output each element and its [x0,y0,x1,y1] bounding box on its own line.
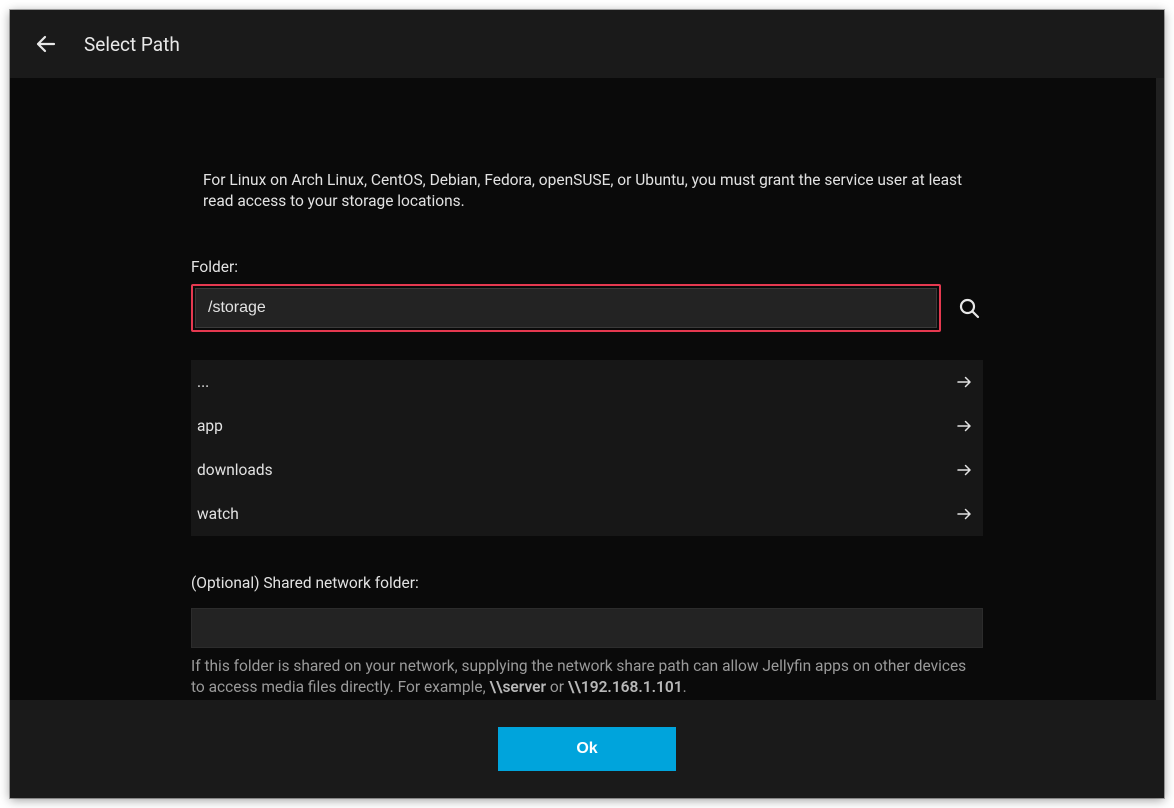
dialog-title: Select Path [84,33,180,56]
arrow-right-icon [955,417,973,435]
folder-item-label: watch [197,505,239,523]
folder-list-item[interactable]: ... [191,360,983,404]
arrow-right-icon [955,373,973,391]
folder-list-item[interactable]: app [191,404,983,448]
search-icon [957,296,981,320]
scrollbar[interactable] [1156,78,1164,700]
folder-item-label: app [197,417,223,435]
dialog-header: Select Path [10,10,1164,78]
help-example-2: \\192.168.1.101 [568,678,683,696]
folder-path-input[interactable] [195,288,937,328]
arrow-right-icon [955,461,973,479]
dialog-footer: Ok [10,700,1164,798]
folder-list: ... app downloads [191,360,983,536]
network-folder-label: (Optional) Shared network folder: [191,574,983,592]
folder-list-item[interactable]: downloads [191,448,983,492]
help-suffix: . [683,678,687,696]
network-folder-input[interactable] [191,608,983,648]
search-button[interactable] [955,294,983,322]
dialog-select-path: Select Path For Linux on Arch Linux, Cen… [10,10,1164,798]
dialog-body: For Linux on Arch Linux, CentOS, Debian,… [10,78,1164,700]
arrow-left-icon [34,32,58,56]
folder-input-highlight [191,284,941,332]
folder-label: Folder: [191,258,983,276]
arrow-right-icon [955,505,973,523]
folder-list-item[interactable]: watch [191,492,983,536]
folder-item-label: downloads [197,461,273,479]
back-button[interactable] [34,32,58,56]
network-help-text: If this folder is shared on your network… [191,656,983,698]
help-or: or [546,678,568,696]
help-example-1: \\server [489,678,546,696]
ok-button[interactable]: Ok [498,727,676,771]
folder-input-row [191,284,983,332]
content-area: For Linux on Arch Linux, CentOS, Debian,… [191,78,983,700]
instruction-text: For Linux on Arch Linux, CentOS, Debian,… [191,170,983,212]
folder-item-label: ... [197,373,209,391]
